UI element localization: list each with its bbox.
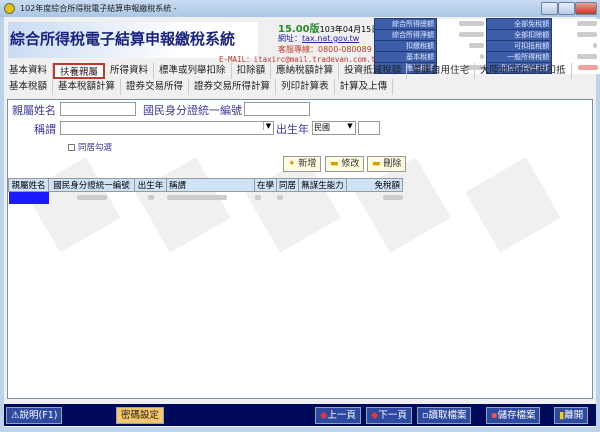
help-button[interactable]: ⚠說明(F1) [6,407,63,424]
password-button[interactable]: 密碼設定 [116,407,165,424]
tab-basic-tax-calc[interactable]: 基本稅額計算 [53,79,122,95]
tab-securities[interactable]: 證券交易所得 [121,79,190,95]
close-button[interactable] [575,2,597,15]
cohabit-label: 同居勾選 [78,143,113,153]
col-birth-year[interactable]: 出生年 [134,178,167,192]
summary-label: 全部免稅額 [485,18,553,30]
app-title: 綜合所得稅電子結算申報繳稅系統 [10,30,236,48]
footer-bar: ⚠說明(F1) 密碼設定 ◆上一頁 ◆下一頁 ▫讀取檔案 ▪儲存檔案 ▮離開 [4,404,596,426]
name-input[interactable] [60,102,136,116]
name-label: 親屬姓名 [12,104,56,117]
edit-button[interactable]: ▬ 修改 [325,156,365,172]
plus-icon: ✦ [288,159,296,169]
watermark [25,157,121,253]
watermark [465,157,561,253]
summary-label: 綜合所得淨額 [374,29,437,41]
birth-year-input[interactable] [358,121,380,135]
tab-home-repurchase[interactable]: 重購自用住宅 [407,63,476,79]
grid-header: 親屬姓名 國民身分證統一編號 出生年 稱謂 在學 同居 無謀生能力 免稅額 [8,178,404,192]
tab-tax-calc[interactable]: 應納稅額計算 [271,63,340,79]
load-label: 讀取檔案 [428,410,467,421]
dependents-grid: 親屬姓名 國民身分證統一編號 出生年 稱謂 在學 同居 無謀生能力 免稅額 [8,178,404,204]
cohabit-checkbox[interactable] [68,143,75,151]
next-label: 下一頁 [378,410,407,421]
tab-print[interactable]: 列印計算表 [276,79,335,95]
summary-label: 基本稅額 [374,51,437,63]
summary-label: 扣繳稅額 [374,40,437,52]
col-id[interactable]: 國民身分證統一編號 [48,178,135,192]
col-title[interactable]: 稱謂 [166,178,255,192]
prev-label: 上一頁 [327,410,356,421]
help-icon: ⚠ [11,410,20,421]
era-select[interactable]: 民國 ▼ [312,121,356,135]
minus-icon: ▬ [372,159,381,169]
exit-label: 離開 [564,410,584,421]
tab-investment-credit[interactable]: 投資抵減稅額 [339,63,408,79]
col-disabled[interactable]: 無謀生能力 [298,178,348,192]
load-file-button[interactable]: ▫讀取檔案 [417,407,472,424]
chevron-down-icon: ▼ [347,122,353,130]
add-button[interactable]: ✦ 新增 [283,156,322,172]
id-input[interactable] [244,102,310,116]
title-bar: 102年度綜合所得稅電子結算申報繳稅系統 - [0,0,600,17]
add-label: 新增 [298,159,317,169]
delete-button[interactable]: ▬ 刪除 [367,156,407,172]
save-label: 儲存檔案 [497,410,536,421]
tab-deduction-type[interactable]: 標準或列舉扣除 [154,63,232,79]
era-value: 民國 [314,123,330,132]
app-icon [4,3,15,14]
col-name[interactable]: 親屬姓名 [8,178,49,192]
table-row[interactable] [8,191,403,204]
summary-label: 可扣抵稅額 [485,40,553,52]
id-label: 國民身分證統一編號 [143,104,242,117]
title-select[interactable]: ▼ [60,121,274,135]
title-label: 稱謂 [34,123,56,136]
col-cohabit[interactable]: 同居 [276,178,300,192]
cell-name [8,191,49,204]
help-label: 說明(F1) [19,410,58,421]
tab-upload[interactable]: 計算及上傳 [335,79,394,95]
summary-label: 綜合所得總額 [374,18,437,30]
chevron-down-icon: ▼ [263,122,273,130]
edit-label: 修改 [341,159,360,169]
window-title: 102年度綜合所得稅電子結算申報繳稅系統 - [20,4,177,13]
tab-basic-tax[interactable]: 基本稅額 [4,79,54,95]
next-page-button[interactable]: ◆下一頁 [366,407,412,424]
maximize-button[interactable] [558,2,575,15]
prev-page-button[interactable]: ◆上一頁 [315,407,361,424]
summary-label: 全部扣除額 [485,29,553,41]
website-link[interactable]: tax.nat.gov.tw [302,34,359,43]
col-student[interactable]: 在學 [253,178,278,192]
tab-basic-info[interactable]: 基本資料 [4,63,54,79]
tab-dependents[interactable]: 扶養親屬 [53,63,106,79]
tab-row-2: 基本稅額 基本稅額計算 證券交易所得 證券交易所得計算 列印計算表 計算及上傳 [4,79,394,95]
watermark [135,157,231,253]
birth-year-label: 出生年 [276,123,309,136]
delete-label: 刪除 [383,159,402,169]
tab-income[interactable]: 所得資料 [105,63,155,79]
dependents-panel: 親屬姓名 國民身分證統一編號 稱謂 ▼ 出生年 民國 ▼ 同居勾選 ✦ 新增 ▬ … [7,99,593,399]
app-logo: 綜合所得稅電子結算申報繳稅系統 [8,22,258,58]
password-label: 密碼設定 [121,410,160,421]
tab-mainland-credit[interactable]: 大陸地區所得稅扣抵 [475,63,572,79]
tab-row-1: 基本資料 扶養親屬 所得資料 標準或列舉扣除 扣除額 應納稅額計算 投資抵減稅額… [4,63,572,79]
minimize-button[interactable] [541,2,558,15]
save-file-button[interactable]: ▪儲存檔案 [486,407,541,424]
exit-button[interactable]: ▮離開 [554,407,589,424]
tab-securities-calc[interactable]: 證券交易所得計算 [189,79,277,95]
col-exemption[interactable]: 免稅額 [346,178,404,192]
tab-deductions[interactable]: 扣除額 [232,63,272,79]
website-label: 網址： [278,34,302,43]
summary-label: 一般所得稅額 [485,51,553,63]
minus-icon: ▬ [330,159,339,169]
